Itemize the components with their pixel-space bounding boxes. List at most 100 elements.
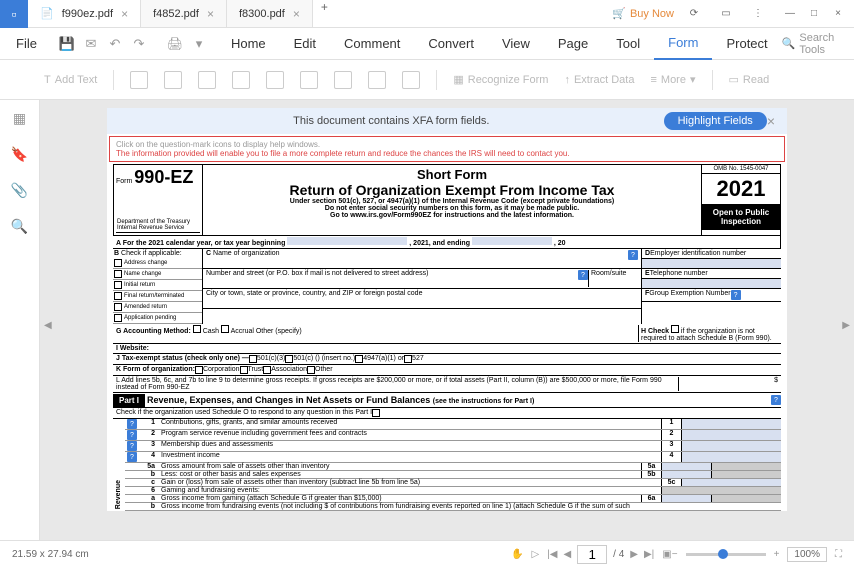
tab-form[interactable]: Form: [654, 28, 712, 60]
add-tab-button[interactable]: +: [313, 0, 336, 27]
tab-f990ez[interactable]: 📄 f990ez.pdf ×: [28, 0, 141, 27]
tab-page[interactable]: Page: [544, 28, 602, 60]
menu-icon[interactable]: ⋮: [746, 2, 770, 26]
chk-initial[interactable]: [114, 281, 122, 289]
amount-field[interactable]: [681, 452, 781, 462]
field-icon-6[interactable]: [300, 71, 318, 89]
tab-protect[interactable]: Protect: [712, 28, 781, 60]
maximize-button[interactable]: □: [802, 2, 826, 26]
help-icon[interactable]: ?: [628, 250, 638, 260]
fit-icon[interactable]: ▣: [662, 549, 671, 560]
help-icon[interactable]: ?: [771, 395, 781, 405]
tab-edit[interactable]: Edit: [280, 28, 330, 60]
minimize-button[interactable]: —: [778, 2, 802, 26]
bookmarks-icon[interactable]: 🔖: [10, 144, 30, 164]
close-button[interactable]: ×: [826, 2, 850, 26]
city-field[interactable]: City or town, state or province, country…: [203, 289, 641, 309]
chk-pending[interactable]: [114, 314, 122, 322]
last-page-button[interactable]: ▶|: [644, 549, 654, 560]
chk-accrual[interactable]: [221, 325, 229, 333]
attachments-icon[interactable]: 📎: [10, 180, 30, 200]
chk-name[interactable]: [114, 270, 122, 278]
close-icon[interactable]: ×: [121, 7, 128, 21]
help-icon[interactable]: ?: [578, 270, 588, 280]
tab-home[interactable]: Home: [217, 28, 280, 60]
chk-cash[interactable]: [193, 325, 201, 333]
undo-icon[interactable]: ↶: [105, 34, 125, 54]
first-page-button[interactable]: |◀: [547, 549, 557, 560]
chk-4947[interactable]: [355, 355, 363, 363]
amount-field[interactable]: [681, 479, 781, 486]
chk-final[interactable]: [114, 292, 122, 300]
chk-corp[interactable]: [195, 366, 203, 374]
refresh-icon[interactable]: ⟳: [682, 2, 706, 26]
close-icon[interactable]: ×: [293, 7, 300, 21]
amount-field[interactable]: [681, 430, 781, 440]
street-field[interactable]: Number and street (or P.O. box if mail i…: [203, 269, 641, 289]
extract-data-button[interactable]: ↑ Extract Data: [564, 74, 634, 86]
redo-icon[interactable]: ↷: [129, 34, 149, 54]
tab-tool[interactable]: Tool: [602, 28, 654, 60]
print-icon[interactable]: 🖨: [165, 34, 185, 54]
chk-trust[interactable]: [240, 366, 248, 374]
search-tools[interactable]: 🔍 Search Tools: [782, 32, 847, 56]
file-menu[interactable]: File: [4, 36, 49, 51]
amount-field[interactable]: [661, 471, 711, 478]
search-icon[interactable]: 🔍: [10, 216, 30, 236]
field-icon-2[interactable]: [164, 71, 182, 89]
chk-501c[interactable]: [285, 355, 293, 363]
next-page-arrow[interactable]: ▶: [842, 320, 850, 331]
hand-tool-icon[interactable]: ✋: [511, 549, 523, 560]
zoom-slider[interactable]: [686, 553, 766, 556]
close-icon[interactable]: ×: [207, 7, 214, 21]
chk-schedule-o[interactable]: [372, 409, 380, 417]
tab-view[interactable]: View: [488, 28, 544, 60]
more-button[interactable]: ≡ More ▾: [650, 73, 695, 86]
field-icon-7[interactable]: [334, 71, 352, 89]
ein-field[interactable]: [642, 259, 781, 269]
field-icon-9[interactable]: [402, 71, 420, 89]
field-icon-3[interactable]: [198, 71, 216, 89]
amount-field[interactable]: [661, 463, 711, 470]
tel-field[interactable]: [642, 279, 781, 289]
read-button[interactable]: ▭ Read: [729, 73, 770, 86]
save-icon[interactable]: 💾: [57, 34, 77, 54]
add-text-button[interactable]: T Add Text: [44, 74, 97, 86]
zoom-out-button[interactable]: −: [672, 549, 678, 560]
zoom-in-button[interactable]: +: [774, 549, 780, 560]
year-begin-field[interactable]: [287, 237, 407, 245]
prev-page-arrow[interactable]: ◀: [44, 320, 52, 331]
thumbnails-icon[interactable]: ▦: [10, 108, 30, 128]
help-icon[interactable]: ?: [127, 452, 137, 462]
prev-page-button[interactable]: ◀: [563, 549, 571, 560]
page-input[interactable]: [577, 545, 607, 564]
field-icon-8[interactable]: [368, 71, 386, 89]
xfa-close-button[interactable]: ×: [767, 113, 775, 129]
tab-convert[interactable]: Convert: [414, 28, 488, 60]
year-end-field[interactable]: [472, 237, 552, 245]
amount-field[interactable]: [681, 441, 781, 451]
chk-assoc[interactable]: [263, 366, 271, 374]
fullscreen-icon[interactable]: ⛶: [835, 549, 842, 560]
chk-h[interactable]: [671, 325, 679, 333]
tab-f8300[interactable]: f8300.pdf ×: [227, 0, 313, 27]
field-icon-5[interactable]: [266, 71, 284, 89]
help-icon[interactable]: ?: [127, 430, 137, 440]
chk-other[interactable]: [307, 366, 315, 374]
help-icon[interactable]: ?: [127, 441, 137, 451]
help-icon[interactable]: ▭: [714, 2, 738, 26]
tab-comment[interactable]: Comment: [330, 28, 414, 60]
field-icon-1[interactable]: [130, 71, 148, 89]
chk-address[interactable]: [114, 259, 122, 267]
zoom-percent[interactable]: 100%: [787, 547, 827, 562]
dropdown-icon[interactable]: ▾: [189, 34, 209, 54]
tab-f4852[interactable]: f4852.pdf ×: [141, 0, 227, 27]
mail-icon[interactable]: ✉: [81, 34, 101, 54]
amount-field[interactable]: [681, 419, 781, 429]
amount-field[interactable]: [661, 495, 711, 502]
chk-501c3[interactable]: [249, 355, 257, 363]
select-tool-icon[interactable]: ▷: [531, 549, 539, 560]
help-icon[interactable]: ?: [731, 290, 741, 300]
chk-527[interactable]: [404, 355, 412, 363]
chk-amended[interactable]: [114, 303, 122, 311]
